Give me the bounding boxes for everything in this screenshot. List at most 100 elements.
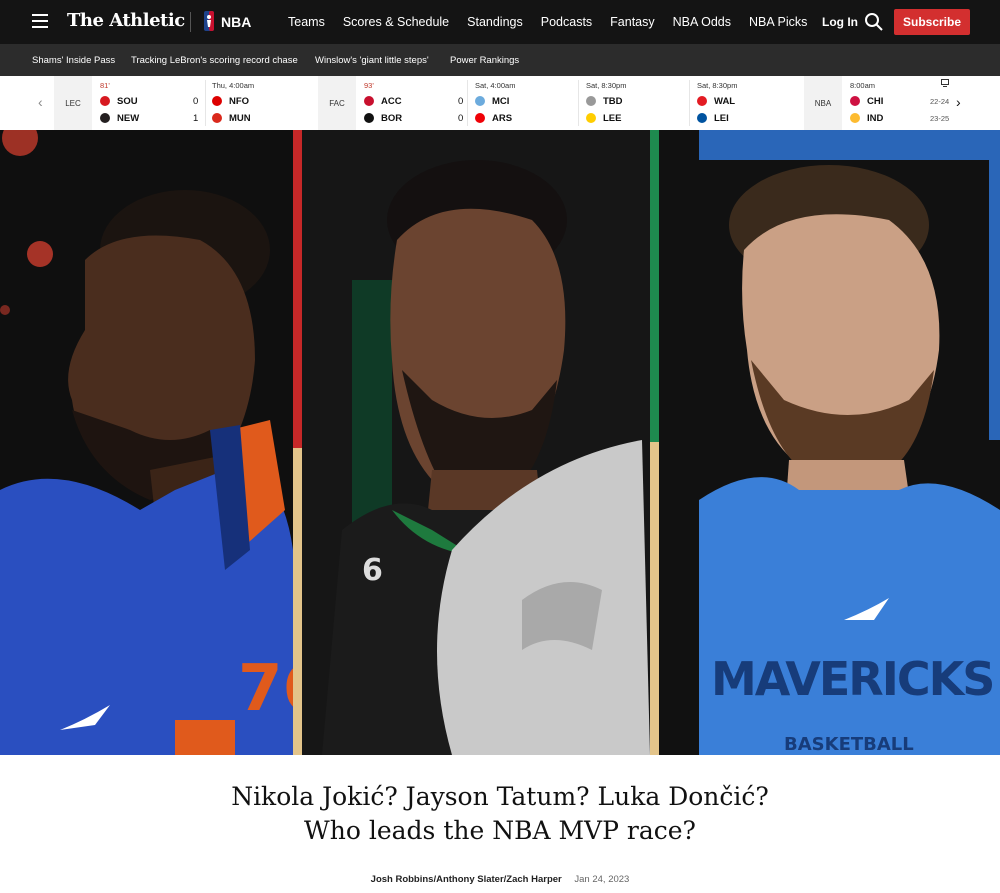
article-headline[interactable]: Nikola Jokić? Jayson Tatum? Luka Dončić?…	[200, 780, 800, 848]
team-logo-icon	[475, 113, 485, 123]
hero-image: 76 6	[0, 130, 1000, 755]
team-logo-icon	[697, 96, 707, 106]
game-card[interactable]: Sat, 4:00am MCI ARS	[475, 76, 575, 130]
team-score: 0	[193, 96, 199, 107]
team-row: NEW	[100, 111, 139, 125]
stripe	[293, 130, 302, 755]
team-logo-icon	[850, 113, 860, 123]
game-status: Sat, 4:00am	[475, 81, 516, 90]
team-record: 22-24	[930, 97, 950, 106]
game-status: Sat, 8:30pm	[697, 81, 738, 90]
team-row: NFO	[212, 94, 249, 108]
login-link[interactable]: Log In	[822, 15, 858, 29]
stripe	[650, 130, 659, 755]
team-logo-icon	[586, 96, 596, 106]
team-abbr: MCI	[492, 95, 510, 107]
article-authors[interactable]: Josh Robbins/Anthony Slater/Zach Harper	[371, 874, 562, 885]
section-label[interactable]: NBA	[221, 14, 251, 30]
league-label-nba[interactable]: NBA	[804, 76, 842, 130]
hero-panel-doncic: MAVERICKS BASKETBALL	[659, 130, 1000, 755]
team-logo-icon	[100, 96, 110, 106]
subscribe-button[interactable]: Subscribe	[894, 9, 970, 35]
game-card[interactable]: 81' SOU 0 NEW 1	[100, 76, 200, 130]
nav-link-teams[interactable]: Teams	[288, 15, 325, 29]
team-score: 0	[458, 113, 464, 124]
nav-link-fantasy[interactable]: Fantasy	[610, 15, 654, 29]
svg-text:MAVERICKS: MAVERICKS	[711, 652, 993, 706]
svg-text:6: 6	[362, 553, 383, 588]
team-abbr: LEE	[603, 112, 622, 124]
svg-text:BASKETBALL: BASKETBALL	[784, 734, 914, 755]
menu-icon[interactable]	[32, 14, 48, 28]
team-abbr: TBD	[603, 95, 623, 107]
team-row: IND	[850, 111, 883, 125]
game-status: 81'	[100, 81, 110, 90]
team-abbr: BOR	[381, 112, 403, 124]
divider	[467, 80, 468, 126]
team-record: 23-25	[930, 114, 950, 123]
nba-logo-icon	[204, 11, 214, 31]
team-row: ACC	[364, 94, 402, 108]
brand-logo[interactable]: The Athletic	[67, 10, 185, 31]
team-row: WAL	[697, 94, 735, 108]
nav-divider	[190, 12, 191, 32]
scores-prev-arrow-icon[interactable]: ‹	[38, 94, 43, 110]
game-card[interactable]: 8:00am CHI 22-24 IND 23-25	[850, 76, 950, 130]
nav-links: Teams Scores & Schedule Standings Podcas…	[288, 15, 825, 29]
divider	[205, 80, 206, 126]
team-row: MUN	[212, 111, 251, 125]
trending-link-winslow[interactable]: Winslow's 'giant little steps'	[315, 55, 429, 66]
game-card[interactable]: Sat, 8:30pm WAL LEI	[697, 76, 797, 130]
team-abbr: WAL	[714, 95, 736, 107]
team-abbr: CHI	[867, 95, 884, 107]
team-row: SOU	[100, 94, 138, 108]
nav-link-standings[interactable]: Standings	[467, 15, 523, 29]
team-logo-icon	[212, 113, 222, 123]
team-score: 0	[458, 96, 464, 107]
tv-icon	[941, 79, 949, 87]
team-logo-icon	[475, 96, 485, 106]
team-logo-icon	[364, 96, 374, 106]
team-logo-icon	[586, 113, 596, 123]
game-status: Sat, 8:30pm	[586, 81, 627, 90]
league-label-lec[interactable]: LEC	[54, 76, 92, 130]
team-abbr: IND	[867, 112, 884, 124]
team-row: LEE	[586, 111, 621, 125]
hero-panel-tatum: 6	[302, 130, 650, 755]
team-abbr: ACC	[381, 95, 402, 107]
nav-link-nba-odds[interactable]: NBA Odds	[673, 15, 731, 29]
scores-strip: ‹ LEC 81' SOU 0 NEW 1 Thu, 4:00am NFO MU…	[0, 76, 1000, 131]
team-row: CHI	[850, 94, 883, 108]
team-abbr: SOU	[117, 95, 138, 107]
nav-link-podcasts[interactable]: Podcasts	[541, 15, 592, 29]
nav-link-nba-picks[interactable]: NBA Picks	[749, 15, 807, 29]
article-date: Jan 24, 2023	[574, 874, 630, 885]
trending-link-inside-pass[interactable]: Shams' Inside Pass	[32, 55, 115, 66]
game-card[interactable]: Thu, 4:00am NFO MUN	[212, 76, 312, 130]
trending-link-power-rankings[interactable]: Power Rankings	[450, 55, 519, 66]
team-abbr: LEI	[714, 112, 729, 124]
trending-link-lebron-record[interactable]: Tracking LeBron's scoring record chase	[131, 55, 298, 66]
scores-next-arrow-icon[interactable]: ›	[956, 94, 961, 110]
game-card[interactable]: 93' ACC 0 BOR 0	[364, 76, 464, 130]
game-status: 93'	[364, 81, 374, 90]
svg-text:76: 76	[238, 652, 293, 726]
nav-link-scores-schedule[interactable]: Scores & Schedule	[343, 15, 449, 29]
team-logo-icon	[212, 96, 222, 106]
team-abbr: MUN	[229, 112, 251, 124]
team-logo-icon	[697, 113, 707, 123]
team-row: BOR	[364, 111, 402, 125]
team-logo-icon	[850, 96, 860, 106]
team-abbr: ARS	[492, 112, 513, 124]
game-card[interactable]: Sat, 8:30pm TBD LEE	[586, 76, 686, 130]
search-icon[interactable]	[864, 12, 884, 32]
game-status: Thu, 4:00am	[212, 81, 255, 90]
team-logo-icon	[364, 113, 374, 123]
team-row: MCI	[475, 94, 509, 108]
team-logo-icon	[100, 113, 110, 123]
team-row: ARS	[475, 111, 512, 125]
team-abbr: NFO	[229, 95, 250, 107]
divider	[578, 80, 579, 126]
team-row: TBD	[586, 94, 623, 108]
league-label-fac[interactable]: FAC	[318, 76, 356, 130]
